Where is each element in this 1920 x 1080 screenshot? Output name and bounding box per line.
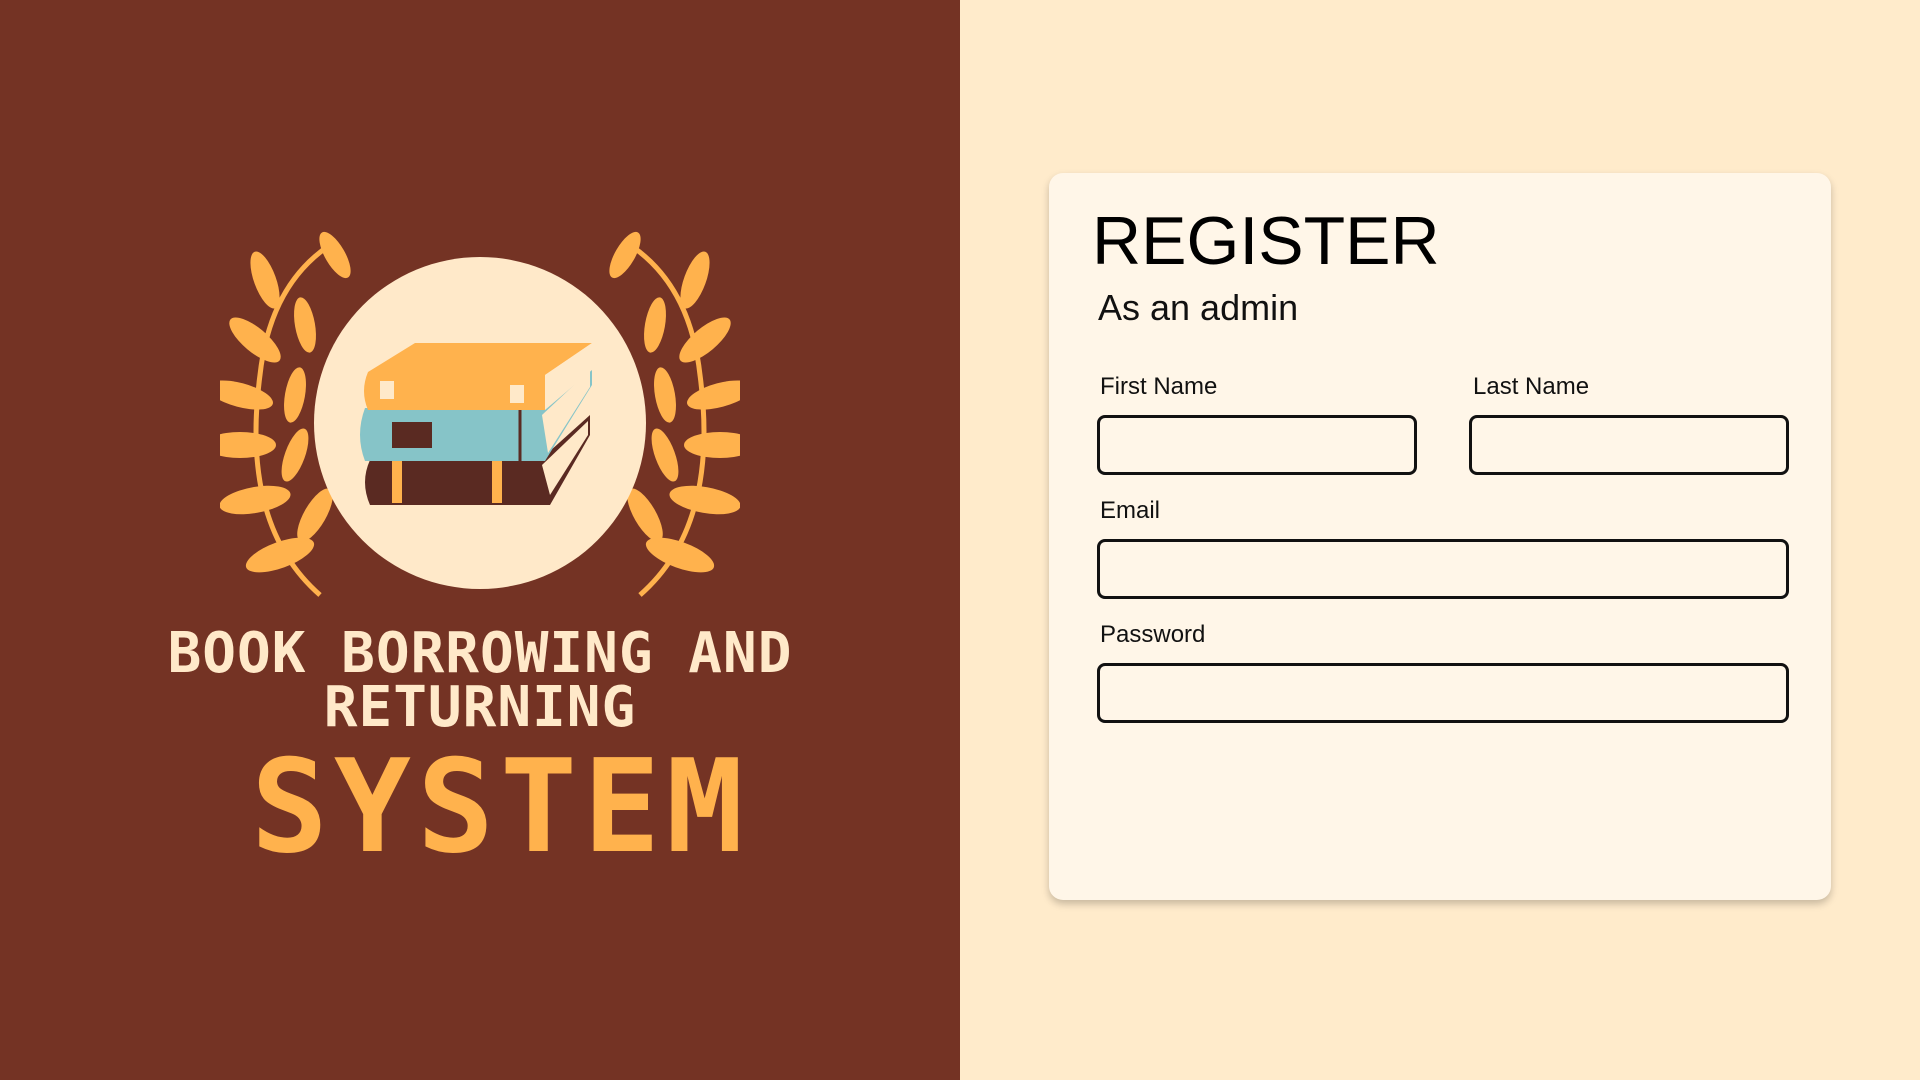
password-label: Password xyxy=(1100,621,1206,648)
brand-title-system: SYSTEM xyxy=(250,733,750,882)
last-name-label: Last Name xyxy=(1473,373,1590,400)
books-stack-laurel-icon xyxy=(220,231,740,597)
first-name-input[interactable] xyxy=(1097,415,1417,475)
register-card: REGISTER As an admin First Name Last Nam… xyxy=(1049,173,1831,900)
email-label: Email xyxy=(1100,497,1161,524)
page-subtitle: As an admin xyxy=(1098,287,1299,328)
first-name-label: First Name xyxy=(1100,373,1218,400)
page-title: REGISTER xyxy=(1092,203,1440,279)
brand-title-line-2: RETURNING xyxy=(323,675,637,740)
brand-panel: BOOK BORROWING AND RETURNING SYSTEM xyxy=(0,0,960,1080)
email-input[interactable] xyxy=(1097,539,1789,599)
last-name-input[interactable] xyxy=(1469,415,1789,475)
password-input[interactable] xyxy=(1097,663,1789,723)
